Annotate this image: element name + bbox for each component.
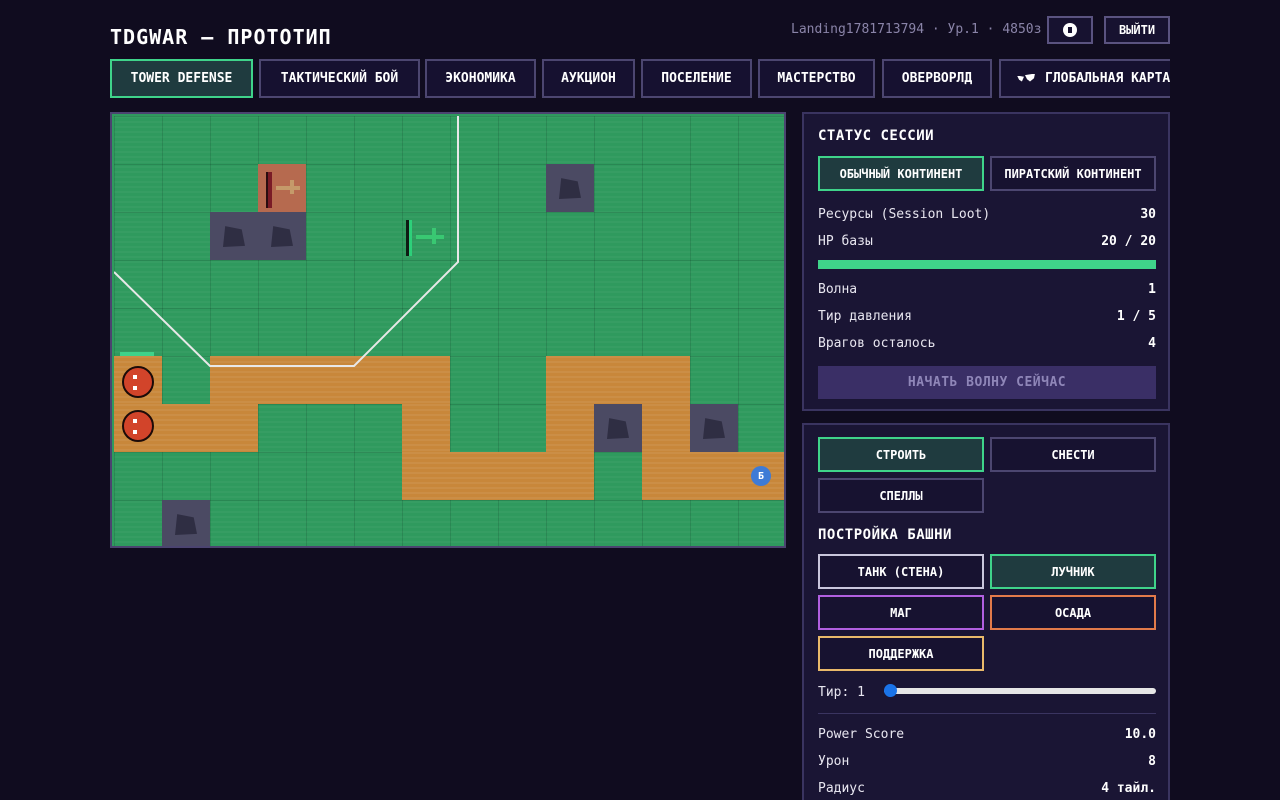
tab-tower-defense[interactable]: TOWER DEFENSE bbox=[110, 59, 253, 98]
sound-toggle-button[interactable] bbox=[1047, 16, 1093, 44]
enemies-left-row: Врагов осталось 4 bbox=[818, 336, 1156, 354]
wave-value: 1 bbox=[1148, 282, 1156, 297]
demolish-mode-button[interactable]: СНЕСТИ bbox=[990, 437, 1156, 472]
app-title: TDGWAR — ПРОТОТИП bbox=[110, 25, 332, 49]
base-marker-icon: Б bbox=[751, 466, 771, 486]
support-tower-button[interactable]: ПОДДЕРЖКА bbox=[818, 636, 984, 671]
start-wave-button[interactable]: НАЧАТЬ ВОЛНУ СЕЙЧАС bbox=[818, 366, 1156, 399]
tier-label: Тир: 1 bbox=[818, 685, 865, 700]
pressure-tier-label: Тир давления bbox=[818, 309, 912, 324]
tower-build-title: ПОСТРОЙКА БАШНИ bbox=[818, 527, 952, 543]
enemies-left-value: 4 bbox=[1148, 336, 1156, 351]
mage-tower-button[interactable]: МАГ bbox=[818, 595, 984, 630]
build-mode-button[interactable]: СТРОИТЬ bbox=[818, 437, 984, 472]
tier-slider-thumb[interactable] bbox=[884, 684, 897, 697]
tab-tactical-battle[interactable]: ТАКТИЧЕСКИЙ БОЙ bbox=[259, 59, 420, 98]
radius-row: Радиус 4 тайл. bbox=[818, 781, 1156, 799]
damage-value: 8 bbox=[1148, 754, 1156, 769]
game-board[interactable]: Б bbox=[110, 112, 786, 548]
wave-label: Волна bbox=[818, 282, 858, 297]
radius-value: 4 тайл. bbox=[1101, 781, 1156, 796]
archer-tower-button[interactable]: ЛУЧНИК bbox=[990, 554, 1156, 589]
resources-row: Ресурсы (Session Loot) 30 bbox=[818, 207, 1156, 225]
world-map-icon bbox=[1017, 74, 1035, 84]
pirate-continent-button[interactable]: ПИРАТСКИЙ КОНТИНЕНТ bbox=[990, 156, 1156, 191]
build-panel: СТРОИТЬ СНЕСТИ СПЕЛЛЫ ПОСТРОЙКА БАШНИ ТА… bbox=[802, 423, 1170, 800]
tab-global-map-label: ГЛОБАЛЬНАЯ КАРТА bbox=[1045, 71, 1170, 86]
radius-label: Радиус bbox=[818, 781, 865, 796]
power-score-row: Power Score 10.0 bbox=[818, 727, 1156, 745]
pressure-tier-value: 1 / 5 bbox=[1116, 309, 1156, 324]
pressure-tier-row: Тир давления 1 / 5 bbox=[818, 309, 1156, 327]
base-hp-bar-fill bbox=[818, 260, 1156, 269]
enemies-left-label: Врагов осталось bbox=[818, 336, 936, 351]
divider bbox=[818, 713, 1156, 714]
base-hp-row: HP базы 20 / 20 bbox=[818, 234, 1156, 252]
exit-button[interactable]: ВЫЙТИ bbox=[1104, 16, 1170, 44]
main-tabs: TOWER DEFENSE ТАКТИЧЕСКИЙ БОЙ ЭКОНОМИКА … bbox=[110, 59, 1170, 99]
tier-slider[interactable] bbox=[884, 684, 1156, 697]
power-score-value: 10.0 bbox=[1124, 727, 1156, 742]
spells-mode-button[interactable]: СПЕЛЛЫ bbox=[818, 478, 984, 513]
tab-overworld[interactable]: ОВЕРВОРЛД bbox=[882, 59, 992, 98]
normal-continent-button[interactable]: ОБЫЧНЫЙ КОНТИНЕНТ bbox=[818, 156, 984, 191]
enemy-health-bar bbox=[120, 352, 154, 356]
tab-economy[interactable]: ЭКОНОМИКА bbox=[425, 59, 536, 98]
tab-settlement[interactable]: ПОСЕЛЕНИЕ bbox=[641, 59, 752, 98]
base-hp-value: 20 / 20 bbox=[1101, 234, 1156, 249]
damage-label: Урон bbox=[818, 754, 850, 769]
power-score-label: Power Score bbox=[818, 727, 905, 742]
tank-tower-button[interactable]: ТАНК (СТЕНА) bbox=[818, 554, 984, 589]
tab-mastery[interactable]: МАСТЕРСТВО bbox=[758, 59, 875, 98]
enemy-icon bbox=[122, 366, 154, 398]
user-info: Landing1781713794 · Ур.1 · 4850з bbox=[791, 22, 1042, 37]
tower-range-outline bbox=[114, 116, 459, 367]
damage-row: Урон 8 bbox=[818, 754, 1156, 772]
base-hp-label: HP базы bbox=[818, 234, 873, 249]
resources-label: Ресурсы (Session Loot) bbox=[818, 207, 991, 222]
base-hp-bar bbox=[818, 260, 1156, 269]
siege-tower-button[interactable]: ОСАДА bbox=[990, 595, 1156, 630]
tab-auction[interactable]: АУКЦИОН bbox=[542, 59, 635, 98]
enemy-icon bbox=[122, 410, 154, 442]
wave-row: Волна 1 bbox=[818, 282, 1156, 300]
speaker-mute-icon bbox=[1063, 23, 1077, 37]
tab-global-map[interactable]: ГЛОБАЛЬНАЯ КАРТА bbox=[999, 59, 1170, 98]
session-status-title: СТАТУС СЕССИИ bbox=[818, 128, 935, 144]
session-status-panel: СТАТУС СЕССИИ ОБЫЧНЫЙ КОНТИНЕНТ ПИРАТСКИ… bbox=[802, 112, 1170, 411]
resources-value: 30 bbox=[1140, 207, 1156, 222]
